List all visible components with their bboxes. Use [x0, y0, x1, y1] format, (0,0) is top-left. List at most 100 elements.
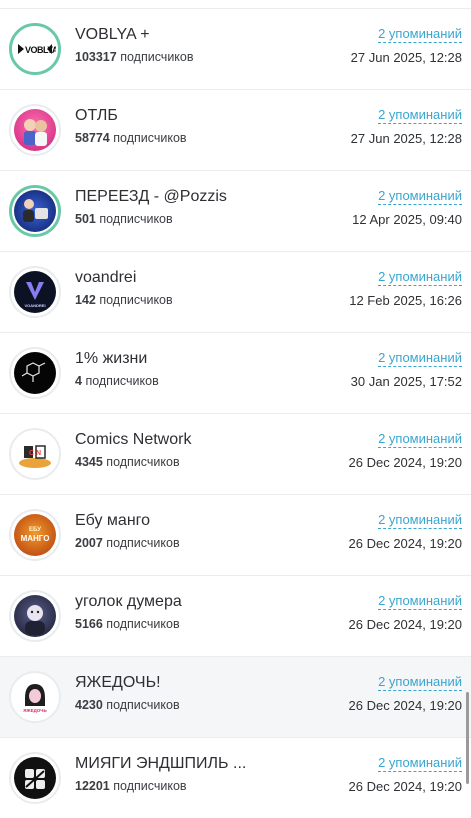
post-date: 12 Feb 2025, 16:26	[349, 293, 462, 308]
subs-number: 2007	[75, 536, 103, 550]
avatar[interactable]: VOANDREI	[9, 266, 61, 318]
channel-name[interactable]: 1% жизни	[75, 350, 147, 368]
avatar[interactable]: ЯЖЕДОЧЬ	[9, 671, 61, 723]
subscribers-count: 12201 подписчиков	[75, 779, 187, 793]
subscribers-count: 2007 подписчиков	[75, 536, 180, 550]
channel-name[interactable]: МИЯГИ ЭНДШПИЛЬ ...	[75, 755, 246, 773]
subs-number: 4345	[75, 455, 103, 469]
mentions-link[interactable]: 2 упоминаний	[378, 674, 462, 691]
list-item[interactable]: C N Comics Network 4345 подписчиков 2 уп…	[0, 413, 471, 494]
subs-number: 5166	[75, 617, 103, 631]
post-date: 26 Dec 2024, 19:20	[348, 617, 462, 632]
avatar[interactable]	[9, 104, 61, 156]
subscribers-count: 103317 подписчиков	[75, 50, 194, 64]
avatar[interactable]	[9, 185, 61, 237]
channel-name[interactable]: уголок думера	[75, 593, 182, 611]
subscribers-count: 58774 подписчиков	[75, 131, 187, 145]
channel-list: VOBLYA VOBLYA + 103317 подписчиков 2 упо…	[0, 9, 471, 818]
post-date: 26 Dec 2024, 19:20	[348, 455, 462, 470]
channel-name[interactable]: VOBLYA +	[75, 26, 150, 44]
channel-name[interactable]: Ебу манго	[75, 512, 150, 530]
cartoon-duo-avatar-icon	[14, 109, 56, 151]
avatar-text: VOANDREI	[24, 303, 45, 308]
list-item[interactable]: уголок думера 5166 подписчиков 2 упомина…	[0, 575, 471, 656]
list-item[interactable]: МИЯГИ ЭНДШПИЛЬ ... 12201 подписчиков 2 у…	[0, 737, 471, 818]
subscribers-count: 501 подписчиков	[75, 212, 173, 226]
mentions-link[interactable]: 2 упоминаний	[378, 26, 462, 43]
channel-name[interactable]: Comics Network	[75, 431, 191, 449]
post-date: 27 Jun 2025, 12:28	[350, 50, 462, 65]
doomer-graphic	[25, 605, 45, 635]
subs-label: подписчиков	[99, 293, 173, 307]
mentions-link[interactable]: 2 упоминаний	[378, 188, 462, 205]
doomer-avatar-icon	[14, 595, 56, 637]
mentions-link[interactable]: 2 упоминаний	[378, 269, 462, 286]
avatar[interactable]	[9, 347, 61, 399]
list-item[interactable]: ПЕРЕЕЗД - @Pozzis 501 подписчиков 2 упом…	[0, 170, 471, 251]
svg-text:ЕБУ: ЕБУ	[29, 527, 41, 533]
subs-label: подписчиков	[113, 779, 187, 793]
subs-label: подписчиков	[85, 374, 159, 388]
girl-graphic: ЯЖЕДОЧЬ	[22, 684, 48, 713]
mentions-link[interactable]: 2 упоминаний	[378, 512, 462, 529]
voblya-logo-icon: VOBLYA	[14, 28, 56, 70]
avatar-text: МАНГО	[21, 534, 50, 543]
girl-avatar-icon: ЯЖЕДОЧЬ	[14, 676, 56, 718]
suitcase-avatar-icon	[14, 190, 56, 232]
subscribers-count: 5166 подписчиков	[75, 617, 180, 631]
channel-name[interactable]: ЯЖЕДОЧЬ!	[75, 674, 161, 692]
avatar[interactable]	[9, 752, 61, 804]
list-item[interactable]: VOBLYA VOBLYA + 103317 подписчиков 2 упо…	[0, 9, 471, 89]
avatar[interactable]: C N	[9, 428, 61, 480]
channel-name[interactable]: ОТЛБ	[75, 107, 118, 125]
list-item[interactable]: VOANDREI voandrei 142 подписчиков 2 упом…	[0, 251, 471, 332]
list-item[interactable]: 1% жизни 4 подписчиков 2 упоминаний 30 J…	[0, 332, 471, 413]
subscribers-count: 4 подписчиков	[75, 374, 159, 388]
list-item[interactable]: ЕБУ МАНГО Ебу манго 2007 подписчиков 2 у…	[0, 494, 471, 575]
avatar-text: C N	[29, 450, 41, 457]
cn-logo-graphic: C N	[19, 445, 51, 468]
post-date: 27 Jun 2025, 12:28	[350, 131, 462, 146]
subs-number: 12201	[75, 779, 110, 793]
channel-name[interactable]: ПЕРЕЕЗД - @Pozzis	[75, 188, 227, 206]
post-date: 12 Apr 2025, 09:40	[352, 212, 462, 227]
voblya-logo-graphic: VOBLYA	[18, 44, 56, 55]
subs-number: 142	[75, 293, 96, 307]
mentions-link[interactable]: 2 упоминаний	[378, 593, 462, 610]
channel-name[interactable]: voandrei	[75, 269, 136, 287]
mentions-link[interactable]: 2 упоминаний	[378, 107, 462, 124]
cartoon-duo-graphic	[24, 119, 47, 146]
subs-number: 4	[75, 374, 82, 388]
molecule-avatar-icon	[14, 352, 56, 394]
list-item[interactable]: ОТЛБ 58774 подписчиков 2 упоминаний 27 J…	[0, 89, 471, 170]
avatar[interactable]: VOBLYA	[9, 23, 61, 75]
mentions-link[interactable]: 2 упоминаний	[378, 350, 462, 367]
v-logo-graphic: VOANDREI	[24, 282, 46, 308]
mango-logo-graphic: ЕБУ МАНГО	[21, 527, 50, 543]
mentions-link[interactable]: 2 упоминаний	[378, 431, 462, 448]
post-date: 26 Dec 2024, 19:20	[348, 536, 462, 551]
post-date: 26 Dec 2024, 19:20	[348, 779, 462, 794]
band-logo-icon	[14, 757, 56, 799]
avatar[interactable]	[9, 590, 61, 642]
subs-label: подписчиков	[106, 698, 180, 712]
subs-number: 4230	[75, 698, 103, 712]
subs-label: подписчиков	[99, 212, 173, 226]
subscribers-count: 142 подписчиков	[75, 293, 173, 307]
molecule-graphic	[21, 362, 46, 382]
subs-number: 103317	[75, 50, 117, 64]
cn-logo-icon: C N	[14, 433, 56, 475]
subscribers-count: 4345 подписчиков	[75, 455, 180, 469]
v-logo-icon: VOANDREI	[14, 271, 56, 313]
subs-label: подписчиков	[106, 455, 180, 469]
scrollbar[interactable]	[466, 692, 469, 784]
mango-logo-icon: ЕБУ МАНГО	[14, 514, 56, 556]
subs-label: подписчиков	[113, 131, 187, 145]
mentions-link[interactable]: 2 упоминаний	[378, 755, 462, 772]
suitcase-graphic	[23, 199, 48, 222]
list-item[interactable]: ЯЖЕДОЧЬ ЯЖЕДОЧЬ! 4230 подписчиков 2 упом…	[0, 656, 471, 737]
avatar[interactable]: ЕБУ МАНГО	[9, 509, 61, 561]
post-date: 26 Dec 2024, 19:20	[348, 698, 462, 713]
subscribers-count: 4230 подписчиков	[75, 698, 180, 712]
post-date: 30 Jan 2025, 17:52	[350, 374, 462, 389]
